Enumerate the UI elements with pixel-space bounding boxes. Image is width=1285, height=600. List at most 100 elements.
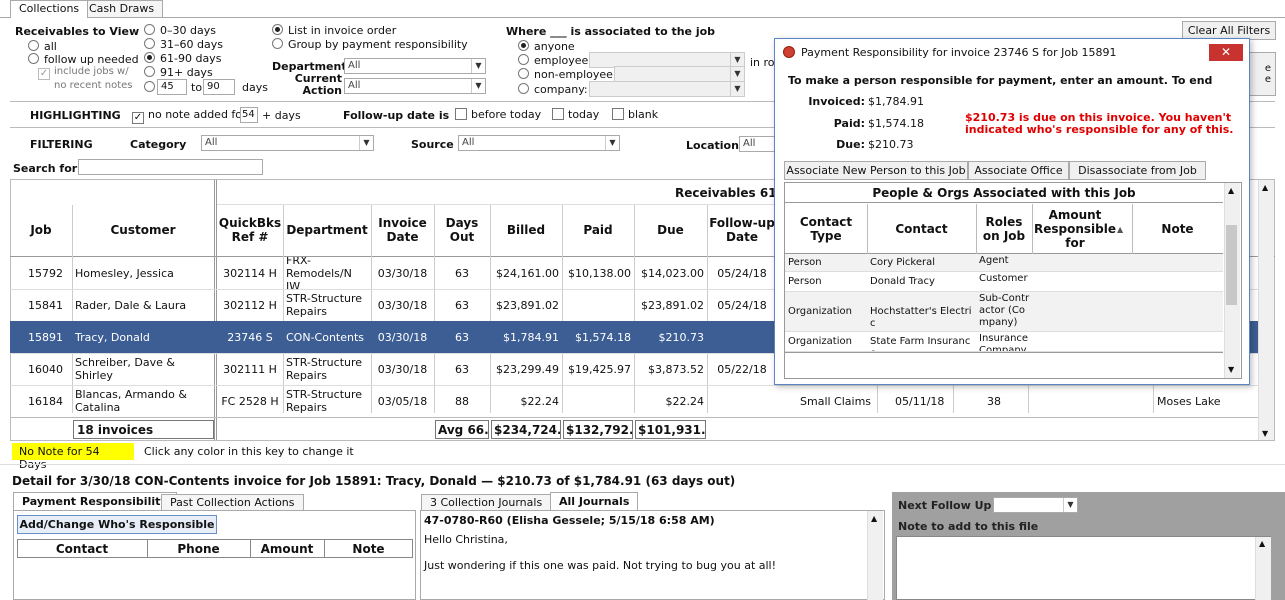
chevron-down-icon: ▼ [359,136,373,150]
radio-all[interactable]: all [28,40,57,53]
payment-responsibility-dialog: Payment Responsibility for invoice 23746… [774,38,1250,385]
tab-all-journals[interactable]: All Journals [550,492,639,511]
radio-circle [272,38,283,49]
cell-customer: Homesley, Jessica [75,266,174,280]
search-input[interactable] [78,159,263,175]
dialog-table-row[interactable]: Organization Hochstatter's Electric Sub-Co… [785,292,1223,332]
table-row[interactable]: 16184 Blancas, Armando & Catalina FC 2528 … [0,385,777,417]
col-roles-on-job[interactable]: Roles on Job [976,204,1032,254]
cell-due: $14,023.00 [641,266,704,280]
associate-office-button[interactable]: Associate Office [968,161,1069,180]
source-value: All [462,137,475,148]
scroll-up-icon[interactable]: ▲ [871,514,877,523]
cell-date: 03/30/18 [377,298,428,312]
scroll-up-icon[interactable]: ▲ [1262,183,1268,192]
blank-checkbox[interactable]: blank [612,108,658,121]
grid-scrollbar[interactable] [1258,180,1274,440]
category-select[interactable]: All ▼ [201,135,374,151]
due-value: $210.73 [868,138,914,151]
col-department[interactable]: Department [283,205,371,255]
radio-group-payment[interactable]: Group by payment responsibility [272,38,468,51]
before-today-checkbox[interactable]: before today [455,108,541,121]
radio-company[interactable]: company: [518,83,588,96]
scroll-down-icon[interactable]: ▼ [1228,365,1234,374]
col-amount[interactable]: Amount [250,540,324,557]
cell-due: $22.24 [665,394,705,408]
associate-new-person-button[interactable]: Associate New Person to this Job [784,161,968,180]
source-select[interactable]: All ▼ [458,135,620,151]
range-to-input[interactable]: 90 [203,79,235,95]
cell-paid: $10,138.00 [568,266,631,280]
dialog-table-row[interactable]: Organization State Farm Insurance Insuranc… [785,332,1223,352]
add-change-responsible-button[interactable]: Add/Change Who's Responsible [17,515,217,534]
scroll-down-icon[interactable]: ▼ [1262,429,1268,438]
radio-list-invoice-order[interactable]: List in invoice order [272,24,396,37]
cell-paid [562,289,634,321]
radio-91-plus[interactable]: 91+ days [144,66,213,79]
disassociate-button[interactable]: Disassociate from Job [1069,161,1206,180]
col-contact-type[interactable]: Contact Type [785,204,867,254]
tab-past-collection-actions[interactable]: Past Collection Actions [161,494,304,511]
tab-collection-journals[interactable]: 3 Collection Journals [421,494,552,511]
col-dialog-note[interactable]: Note [1132,204,1223,254]
col-job[interactable]: Job [10,205,72,255]
chevron-down-icon: ▼ [605,136,619,150]
table-row[interactable]: 15792 Homesley, Jessica 302114 H FRX-Remode… [0,257,777,289]
current-action-select[interactable]: All ▼ [344,78,486,94]
col-followup-date[interactable]: Follow-up Date [707,205,777,255]
note-to-add-label: Note to add to this file [898,520,1039,533]
radio-anyone[interactable]: anyone [518,40,575,53]
table-row[interactable]: 15841 Rader, Dale & Laura 302112 H STR-Stru… [0,289,777,321]
table-row[interactable]: 15891 Tracy, Donald 23746 S CON-Contents 03/… [0,321,777,353]
journal-scrollbar[interactable] [867,511,883,600]
col-invoice-date[interactable]: Invoice Date [371,205,434,255]
radio-31-60[interactable]: 31–60 days [144,38,223,51]
scroll-up-icon[interactable]: ▲ [1259,539,1265,548]
radio-61-90[interactable]: 61-90 days [144,52,221,65]
col-phone[interactable]: Phone [147,540,250,557]
col-due[interactable]: Due [634,205,707,255]
in-ro-label: in ro [750,56,775,69]
cell-customer: Tracy, Donald [75,330,150,344]
range-from-input[interactable]: 45 [157,79,187,95]
company-select[interactable]: ▼ [589,81,745,97]
col-billed[interactable]: Billed [490,205,562,255]
no-note-checkbox[interactable]: ✓ no note added for [132,108,247,124]
cell-job: 15841 [28,298,63,312]
highlight-key-badge[interactable]: No Note for 54 Days [12,443,134,471]
col-note[interactable]: Note [324,540,413,557]
radio-non-employee[interactable]: non-employee: [518,68,617,81]
location-select[interactable]: All [739,136,779,152]
radio-0-30[interactable]: 0–30 days [144,24,216,37]
scroll-thumb[interactable] [1226,225,1237,305]
col-contact[interactable]: Contact [17,540,147,557]
radio-circle [518,68,529,79]
search-label: Search for [13,162,78,175]
scroll-up-icon[interactable]: ▲ [1228,186,1234,195]
today-checkbox[interactable]: today [552,108,599,121]
cell-job: 15792 [28,266,63,280]
next-follow-up-select[interactable]: ▼ [993,497,1078,513]
tab-payment-responsibility[interactable]: Payment Responsibility [13,492,177,511]
col-quickbks-ref[interactable]: QuickBks Ref # [217,205,283,255]
dialog-table-row[interactable]: Person Cory Pickeral Agent [785,254,1223,272]
table-row[interactable]: 16040 Schreiber, Dave & Shirley 302111 H ST… [0,353,777,385]
col-dialog-contact[interactable]: Contact [867,204,976,254]
col-paid[interactable]: Paid [562,205,634,255]
col-days-out[interactable]: Days Out [434,205,490,255]
note-textarea[interactable] [896,536,1271,600]
current-action-label: Current Action [294,72,342,97]
no-note-days-input[interactable]: 54 [240,107,258,123]
non-employee-select[interactable]: ▼ [614,66,745,82]
dialog-table-row[interactable]: Person Donald Tracy Customer [785,272,1223,292]
include-jobs-label: include jobs w/ [54,66,129,77]
tab-cash-draws[interactable]: Cash Draws [80,0,164,17]
department-select[interactable]: All ▼ [344,58,486,74]
tab-collections[interactable]: Collections [10,0,89,18]
radio-employee[interactable]: employee: [518,54,592,67]
col-customer[interactable]: Customer [72,205,214,255]
close-icon[interactable]: ✕ [1209,44,1243,61]
include-jobs-checkbox[interactable]: ✓ include jobs w/ no recent notes [38,66,133,91]
key-hint: Click any color in this key to change it [144,445,354,458]
radio-follow-up-needed[interactable]: follow up needed [28,53,139,66]
